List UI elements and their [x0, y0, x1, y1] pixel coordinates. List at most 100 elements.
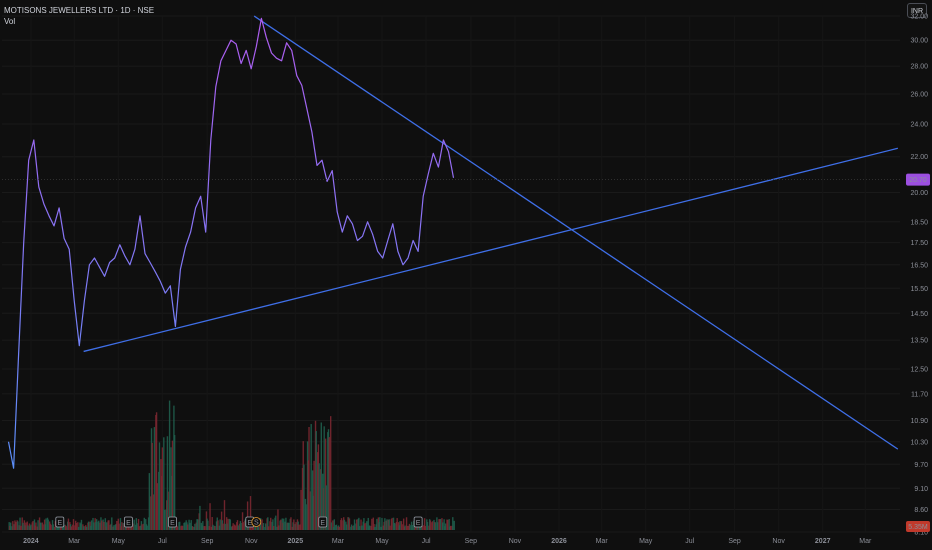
- volume-bar: [108, 520, 110, 530]
- trendline-descending[interactable]: [253, 15, 899, 450]
- volume-bar: [98, 520, 100, 530]
- volume-bar: [444, 523, 447, 530]
- volume-bar: [399, 521, 401, 530]
- x-tick-label: Nov: [509, 538, 522, 545]
- volume-bar: [239, 520, 242, 530]
- volume-bar: [222, 523, 224, 530]
- volume-bar: [77, 526, 80, 530]
- x-tick-label: 2026: [551, 538, 567, 545]
- volume-bar: [219, 519, 221, 530]
- volume-bar: [192, 526, 194, 530]
- volume-bar: [363, 523, 366, 530]
- volume-bar: [212, 524, 214, 530]
- volume-bar: [75, 522, 78, 530]
- volume-bar: [166, 436, 169, 530]
- volume-bar: [95, 519, 98, 530]
- trendline-ascending[interactable]: [83, 147, 898, 353]
- volume-bar: [20, 525, 22, 530]
- volume-bar: [234, 525, 237, 530]
- volume-bar: [209, 503, 211, 530]
- volume-bar: [277, 525, 280, 530]
- volume-bar: [199, 505, 201, 530]
- volume-bar: [280, 519, 282, 530]
- volume-bar: [371, 518, 373, 530]
- volume-bar: [343, 519, 346, 530]
- chart-grid: [2, 15, 900, 533]
- price-series: [2, 17, 900, 469]
- x-tick-label: 2027: [815, 538, 831, 545]
- volume-bar: [194, 523, 196, 530]
- volume-bar: [224, 523, 226, 530]
- y-tick-label: 28.00: [910, 64, 928, 71]
- price-axis[interactable]: 32.00 30.00 28.00 26.00 24.00 22.00 20.00 18.50…: [910, 14, 928, 537]
- y-tick-label: 10.90: [910, 418, 928, 425]
- volume-bar: [384, 518, 386, 530]
- volume-bar: [295, 522, 297, 530]
- volume-bar: [229, 519, 231, 530]
- volume-bar: [369, 525, 371, 530]
- volume-bar: [67, 518, 70, 530]
- volume-bar: [386, 519, 388, 530]
- volume-bar: [335, 524, 338, 530]
- y-tick-label: 12.50: [910, 367, 928, 374]
- volume-bar: [452, 517, 454, 530]
- volume-bar: [313, 460, 315, 530]
- earnings-marker-label: E: [57, 520, 62, 527]
- volume-bar: [396, 518, 398, 530]
- volume-bar: [171, 440, 174, 530]
- volume-bar: [320, 422, 322, 530]
- volume-bar: [50, 524, 52, 530]
- x-tick-label: May: [639, 538, 653, 545]
- y-tick-label: 8.60: [914, 507, 928, 514]
- volume-bar: [447, 519, 449, 530]
- volume-bar: [305, 504, 307, 530]
- y-tick-label: 9.70: [914, 462, 928, 469]
- y-tick-label: 20.00: [910, 190, 928, 197]
- volume-bar: [181, 525, 184, 530]
- time-axis[interactable]: 2024 Mar May Jul Sep Nov 2025 Mar May Jul Sep Nov 20…: [23, 538, 872, 545]
- volume-bar: [40, 522, 42, 530]
- earnings-marker-label: E: [416, 520, 421, 527]
- y-tick-label: 17.50: [910, 240, 928, 247]
- volume-bar: [237, 525, 239, 530]
- volume-bar: [330, 522, 333, 530]
- volume-bar: [406, 525, 408, 530]
- volume-bar: [361, 525, 363, 530]
- volume-bar: [453, 520, 455, 530]
- x-tick-label: Jul: [422, 538, 431, 545]
- volume-bar: [37, 520, 39, 530]
- x-tick-label: 2025: [288, 538, 304, 545]
- x-tick-label: Sep: [465, 538, 478, 545]
- volume-bar: [143, 517, 145, 530]
- volume-bar: [47, 519, 49, 530]
- volume-bar: [80, 519, 83, 530]
- volume-bar: [204, 526, 206, 530]
- volume-bar: [168, 400, 171, 530]
- x-tick-label: Nov: [772, 538, 785, 545]
- volume-bar: [376, 518, 378, 530]
- volume-bar: [288, 522, 290, 530]
- axis-badges: 20.70 5.35M: [906, 173, 930, 532]
- volume-bar: [176, 526, 179, 530]
- y-tick-label: 30.00: [910, 38, 928, 45]
- volume-bar: [189, 522, 191, 530]
- volume-bar: [22, 522, 24, 530]
- y-tick-label: 13.50: [910, 338, 928, 345]
- x-tick-label: Sep: [201, 538, 214, 545]
- volume-bar: [353, 519, 356, 530]
- volume-bar: [42, 524, 44, 530]
- volume-bar: [113, 525, 115, 530]
- volume-bar: [340, 518, 343, 530]
- volume-bar: [146, 525, 148, 530]
- volume-bar: [202, 521, 204, 530]
- volume-bar: [15, 522, 17, 530]
- price-chart[interactable]: E E E E E ES 32.0030.0028.0026.0024.0022.0020…: [0, 0, 932, 550]
- volume-bar: [262, 523, 265, 530]
- volume-bar: [270, 517, 272, 530]
- volume-bar: [158, 442, 161, 530]
- volume-bar: [153, 427, 156, 530]
- volume-bar: [207, 520, 209, 530]
- y-tick-label: 18.50: [910, 219, 928, 226]
- volume-bar: [217, 520, 219, 530]
- x-tick-label: Mar: [596, 538, 609, 545]
